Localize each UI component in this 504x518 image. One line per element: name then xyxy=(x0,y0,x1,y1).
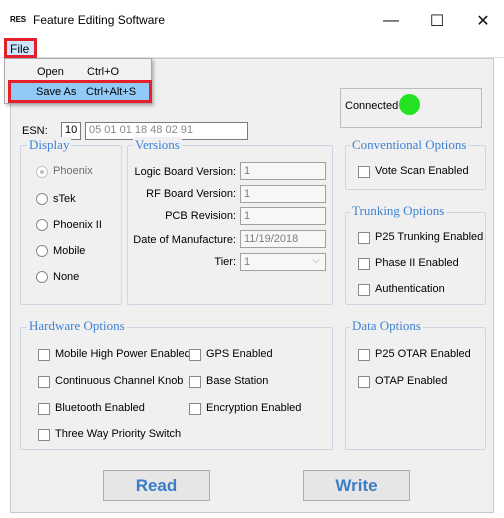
checkbox-label: GPS Enabled xyxy=(206,348,273,360)
window-title: Feature Editing Software xyxy=(33,13,166,27)
minimize-button[interactable]: — xyxy=(368,6,414,36)
radio-label: sTek xyxy=(53,193,76,205)
menu-item-open[interactable]: Open Ctrl+O xyxy=(5,62,151,82)
base-station-checkbox[interactable] xyxy=(189,376,201,388)
tier-label: Tier: xyxy=(214,256,236,268)
checkbox-label: Phase II Enabled xyxy=(375,257,459,269)
read-button[interactable]: Read xyxy=(103,470,210,501)
conventional-options-title: Conventional Options xyxy=(350,137,469,153)
checkbox-label: Mobile High Power Enabled xyxy=(55,348,191,360)
data-options-title: Data Options xyxy=(350,318,423,334)
data-options-group xyxy=(345,327,486,450)
connection-status-indicator xyxy=(399,94,420,115)
checkbox-label: Continuous Channel Knob xyxy=(55,375,184,387)
menu-bar xyxy=(0,38,504,58)
gps-checkbox[interactable] xyxy=(189,349,201,361)
logic-board-version-field: 1 xyxy=(240,162,326,180)
date-of-manufacture-field: 11/19/2018 xyxy=(240,230,326,248)
menu-item-label: Open xyxy=(37,66,64,78)
continuous-channel-knob-checkbox[interactable] xyxy=(38,376,50,388)
maximize-button[interactable]: ☐ xyxy=(414,6,460,36)
radio-none[interactable] xyxy=(36,271,48,283)
esn-label: ESN: xyxy=(22,125,48,137)
menu-item-shortcut: Ctrl+Alt+S xyxy=(86,86,137,98)
file-menu[interactable]: File xyxy=(4,38,37,58)
radio-phoenix[interactable] xyxy=(36,166,48,178)
authentication-checkbox[interactable] xyxy=(358,284,370,296)
checkbox-label: Vote Scan Enabled xyxy=(375,165,469,177)
p25-trunking-checkbox[interactable] xyxy=(358,232,370,244)
vote-scan-checkbox[interactable] xyxy=(358,166,370,178)
chevron-down-icon: ⌵ xyxy=(312,255,320,266)
pcb-revision-field: 1 xyxy=(240,207,326,225)
radio-mobile[interactable] xyxy=(36,245,48,257)
radio-phoenix-ii[interactable] xyxy=(36,219,48,231)
checkbox-label: Three Way Priority Switch xyxy=(55,428,182,440)
date-of-manufacture-label: Date of Manufacture: xyxy=(133,234,236,246)
file-dropdown: Open Ctrl+O Save As Ctrl+Alt+S xyxy=(4,58,152,104)
radio-label: None xyxy=(53,271,80,283)
tier-select[interactable]: 1 ⌵ xyxy=(240,253,326,271)
checkbox-label: P25 Trunking Enabled xyxy=(375,231,484,243)
p25-otar-checkbox[interactable] xyxy=(358,349,370,361)
rf-board-version-field: 1 xyxy=(240,185,326,203)
tier-value: 1 xyxy=(244,256,251,268)
mobile-high-power-checkbox[interactable] xyxy=(38,349,50,361)
encryption-checkbox[interactable] xyxy=(189,403,201,415)
checkbox-label: OTAP Enabled xyxy=(375,375,448,387)
hardware-options-title: Hardware Options xyxy=(27,318,127,334)
radio-label: Mobile xyxy=(53,245,86,257)
close-button[interactable]: ✕ xyxy=(460,6,504,36)
three-way-priority-checkbox[interactable] xyxy=(38,429,50,441)
versions-group-title: Versions xyxy=(133,137,182,153)
menu-item-save-as[interactable]: Save As Ctrl+Alt+S xyxy=(8,80,152,103)
display-group-title: Display xyxy=(27,137,72,153)
logic-board-version-label: Logic Board Version: xyxy=(134,166,236,178)
otap-checkbox[interactable] xyxy=(358,376,370,388)
checkbox-label: P25 OTAR Enabled xyxy=(375,348,471,360)
menu-item-label: Save As xyxy=(36,86,77,98)
rf-board-version-label: RF Board Version: xyxy=(146,188,236,200)
radio-label: Phoenix xyxy=(53,165,93,177)
phase-ii-checkbox[interactable] xyxy=(358,258,370,270)
checkbox-label: Encryption Enabled xyxy=(206,402,302,414)
checkbox-label: Authentication xyxy=(375,283,445,295)
radio-stek[interactable] xyxy=(36,193,48,205)
app-logo: RES xyxy=(10,15,26,24)
trunking-options-title: Trunking Options xyxy=(350,203,447,219)
connection-status-label: Connected xyxy=(345,100,399,112)
menu-item-shortcut: Ctrl+O xyxy=(87,66,120,78)
radio-label: Phoenix II xyxy=(53,219,102,231)
checkbox-label: Bluetooth Enabled xyxy=(55,402,145,414)
bluetooth-checkbox[interactable] xyxy=(38,403,50,415)
pcb-revision-label: PCB Revision: xyxy=(165,210,236,222)
checkbox-label: Base Station xyxy=(206,375,269,387)
write-button[interactable]: Write xyxy=(303,470,410,501)
